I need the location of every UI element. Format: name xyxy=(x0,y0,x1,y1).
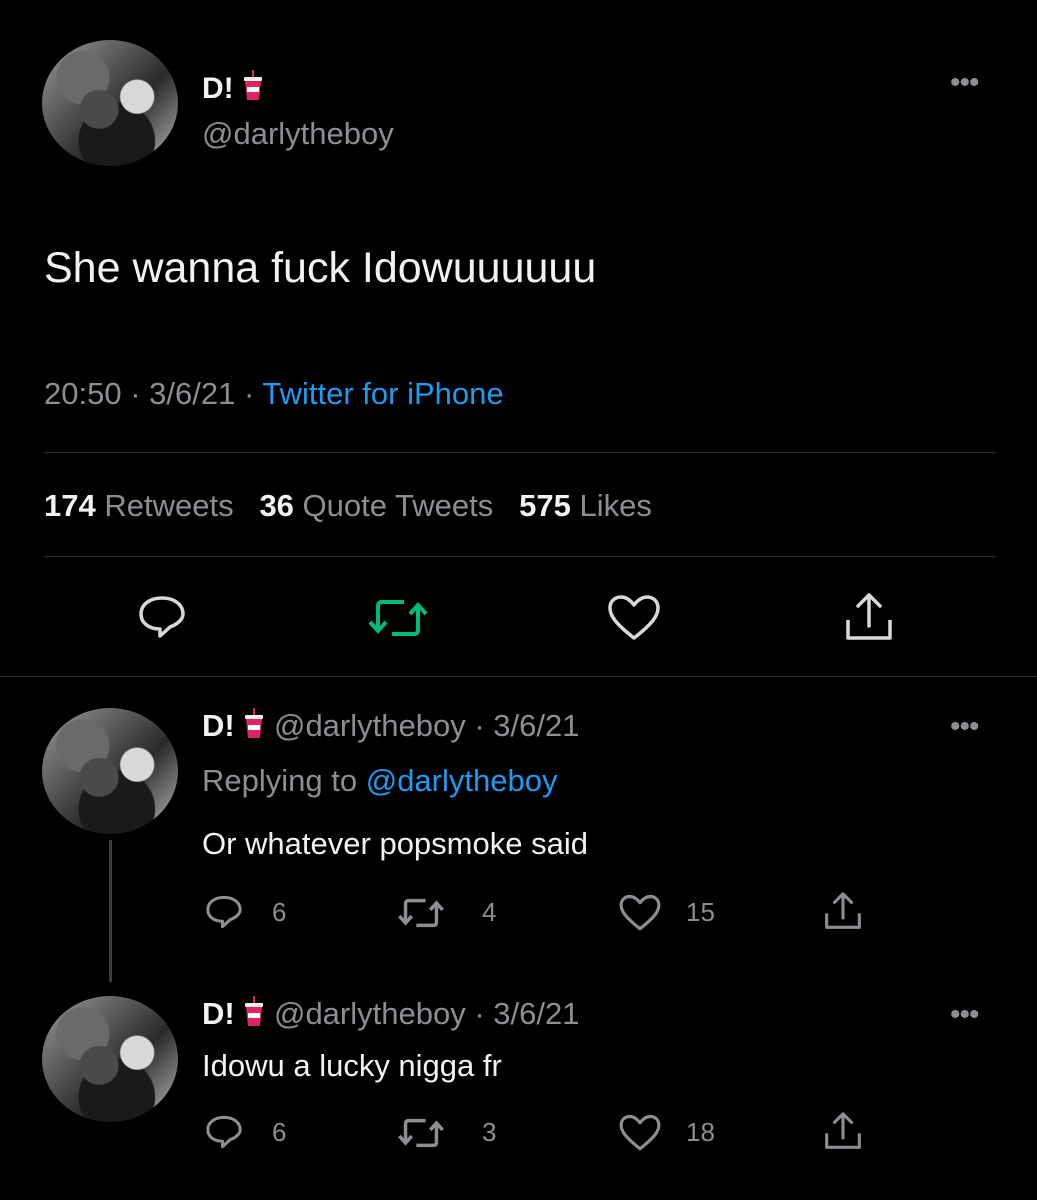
separator: · xyxy=(243,376,255,411)
tweet-text: She wanna fuck Idowuuuuuu xyxy=(44,244,597,292)
share-icon[interactable] xyxy=(822,1110,864,1152)
tweet-meta: 20:50 · 3/6/21 · Twitter for iPhone xyxy=(44,376,504,412)
reply-header: D! @darlytheboy · 3/6/21 xyxy=(202,996,579,1036)
replying-prefix: Replying to xyxy=(202,763,358,798)
likes-label: Likes xyxy=(579,488,652,523)
reply-text: Idowu a lucky nigga fr xyxy=(202,1048,502,1083)
reply-meta[interactable]: @darlytheboy · 3/6/21 xyxy=(274,996,579,1031)
divider xyxy=(0,676,1037,677)
quotes-stat[interactable]: 36 Quote Tweets xyxy=(259,488,493,523)
divider xyxy=(44,556,996,557)
tweet-time: 20:50 xyxy=(44,376,122,411)
retweet-icon[interactable] xyxy=(366,596,430,640)
replying-to: Replying to @darlytheboy xyxy=(202,763,557,799)
replying-handle-link[interactable]: @darlytheboy xyxy=(366,763,558,798)
like-icon[interactable] xyxy=(618,1114,662,1152)
reply-icon[interactable] xyxy=(204,1114,244,1150)
reply-icon[interactable] xyxy=(136,594,188,640)
divider xyxy=(44,452,996,453)
reply-meta[interactable]: @darlytheboy · 3/6/21 xyxy=(274,708,579,743)
share-icon[interactable] xyxy=(842,590,896,644)
tweet-date: 3/6/21 xyxy=(149,376,236,411)
retweet-icon[interactable] xyxy=(396,1116,446,1150)
avatar[interactable] xyxy=(42,40,178,166)
reply-count: 6 xyxy=(272,897,287,927)
quotes-count: 36 xyxy=(259,488,294,523)
reply-icon[interactable] xyxy=(204,894,244,930)
likes-count: 575 xyxy=(519,488,571,523)
display-name[interactable]: D! xyxy=(202,70,264,110)
reply-count: 6 xyxy=(272,1117,287,1147)
more-icon[interactable]: ••• xyxy=(950,712,979,742)
display-name-text[interactable]: D! xyxy=(202,708,235,743)
cup-emoji-icon xyxy=(243,996,265,1036)
separator: · xyxy=(130,376,141,411)
more-icon[interactable]: ••• xyxy=(950,68,979,98)
retweets-count: 174 xyxy=(44,488,96,523)
like-icon[interactable] xyxy=(606,594,662,642)
like-count: 15 xyxy=(686,897,715,927)
avatar[interactable] xyxy=(42,708,178,834)
retweet-icon[interactable] xyxy=(396,896,446,930)
thread-line xyxy=(109,840,112,982)
retweet-count: 3 xyxy=(482,1117,497,1147)
handle[interactable]: @darlytheboy xyxy=(202,116,394,152)
display-name-text: D! xyxy=(202,71,234,105)
tweet-source-link[interactable]: Twitter for iPhone xyxy=(262,376,503,411)
quotes-label: Quote Tweets xyxy=(302,488,494,523)
avatar[interactable] xyxy=(42,996,178,1122)
cup-emoji-icon xyxy=(242,70,264,110)
reply-text: Or whatever popsmoke said xyxy=(202,826,588,861)
like-count: 18 xyxy=(686,1117,715,1147)
like-icon[interactable] xyxy=(618,894,662,932)
reply-header: D! @darlytheboy · 3/6/21 xyxy=(202,708,579,748)
retweet-count: 4 xyxy=(482,897,497,927)
display-name-text[interactable]: D! xyxy=(202,996,235,1031)
retweets-stat[interactable]: 174 Retweets xyxy=(44,488,234,523)
retweets-label: Retweets xyxy=(104,488,234,523)
share-icon[interactable] xyxy=(822,890,864,932)
likes-stat[interactable]: 575 Likes xyxy=(519,488,652,523)
cup-emoji-icon xyxy=(243,708,265,748)
more-icon[interactable]: ••• xyxy=(950,1000,979,1030)
tweet-stats: 174 Retweets 36 Quote Tweets 575 Likes xyxy=(44,488,652,524)
